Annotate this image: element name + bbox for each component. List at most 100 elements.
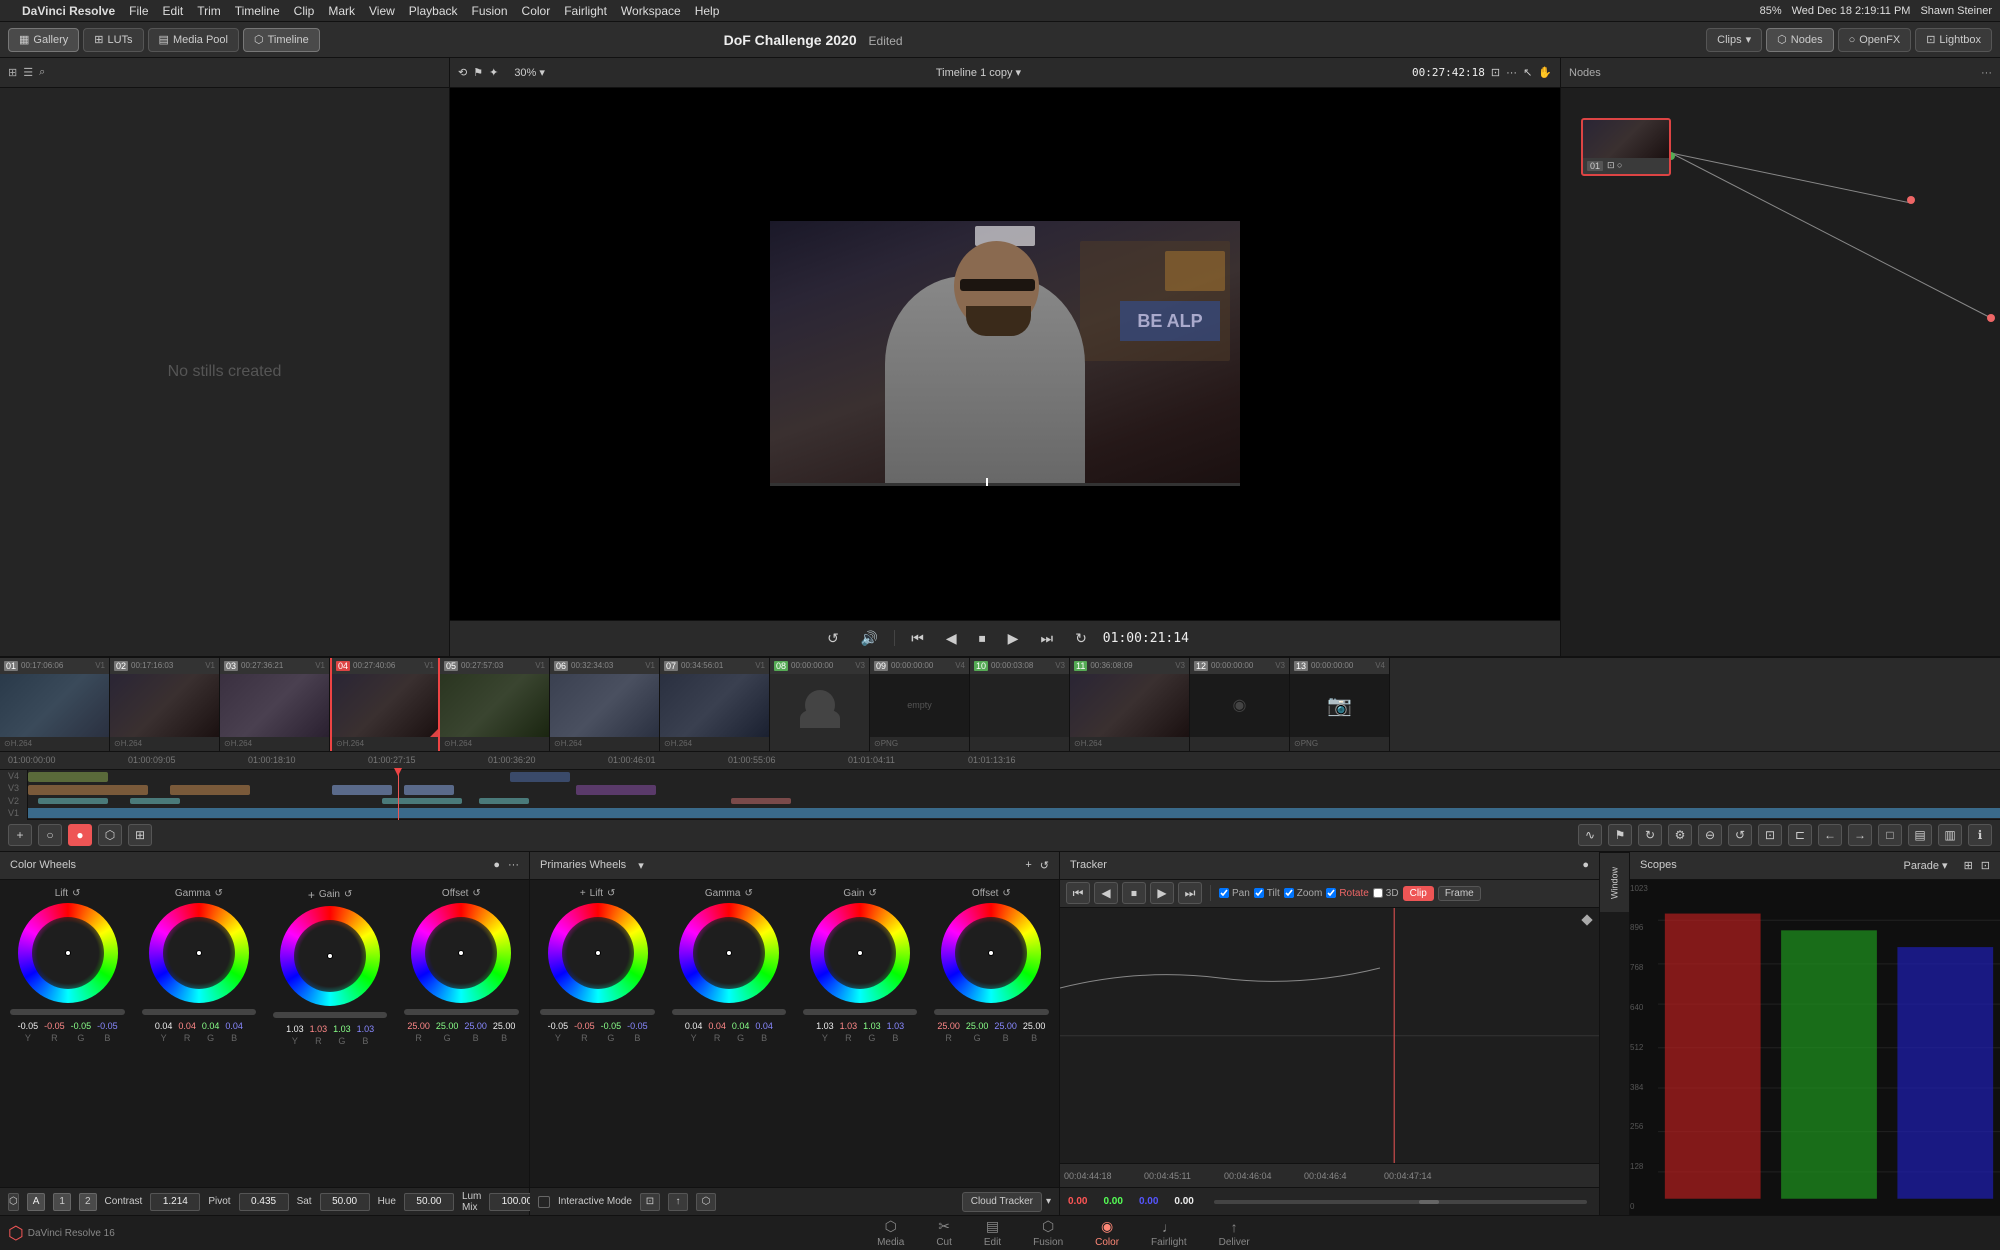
scopes-grid-icon[interactable]: ⊞	[1964, 859, 1973, 872]
menu-timeline[interactable]: Timeline	[235, 4, 280, 18]
offset-reset-icon[interactable]: ↺	[472, 888, 480, 899]
menu-fusion[interactable]: Fusion	[472, 4, 508, 18]
menu-clip[interactable]: Clip	[294, 4, 315, 18]
viewer-pointer-icon[interactable]: ↖	[1523, 66, 1532, 79]
color-tool-balance[interactable]: ⊖	[1698, 824, 1722, 846]
color-tool-info[interactable]: ℹ	[1968, 824, 1992, 846]
tab-deliver[interactable]: ↑ Deliver	[1203, 1217, 1266, 1250]
menu-playback[interactable]: Playback	[409, 4, 458, 18]
nodes-button[interactable]: ⬡ Nodes	[1766, 28, 1833, 52]
node-01[interactable]: 01 ⊡ ○	[1581, 118, 1671, 176]
color-tool-active[interactable]: ●	[68, 824, 92, 846]
prim-lift-reset-icon[interactable]: ↺	[607, 888, 615, 899]
timeline-copy-selector[interactable]: Timeline 1 copy ▾	[936, 66, 1021, 79]
zoom-control[interactable]: 30% ▾	[514, 66, 545, 79]
clip-item-13[interactable]: 13 00:00:00:00 V4 📷 ⊙ PNG	[1290, 658, 1390, 751]
color-tool-rotation[interactable]: ↻	[1638, 824, 1662, 846]
clip-item-09[interactable]: 09 00:00:00:00 V4 empty ⊙ PNG	[870, 658, 970, 751]
interactive-mode-icon2[interactable]: ↑	[668, 1193, 688, 1211]
offset-slider[interactable]	[404, 1009, 519, 1015]
color-tool-forward[interactable]: →	[1848, 824, 1872, 846]
nodes-more-icon[interactable]: ···	[1981, 67, 1992, 79]
grade-1-button[interactable]: 1	[53, 1193, 71, 1211]
tab-color[interactable]: ◉ Color	[1079, 1216, 1135, 1250]
clip-item-10[interactable]: 10 00:00:03:08 V3	[970, 658, 1070, 751]
clip-item-07[interactable]: 07 00:34:56:01 V1 ⊙ H.264	[660, 658, 770, 751]
pivot-input[interactable]: 0.435	[239, 1193, 289, 1211]
grade-2-button[interactable]: 2	[79, 1193, 97, 1211]
luts-button[interactable]: ⊞ LUTs	[83, 28, 143, 52]
lift-reset-icon[interactable]: ↺	[72, 888, 80, 899]
loop-section-button[interactable]: ↻	[1069, 628, 1093, 649]
grade-logo-icon[interactable]: ⬡	[8, 1193, 19, 1211]
tab-media[interactable]: ⬡ Media	[861, 1216, 920, 1250]
menu-help[interactable]: Help	[695, 4, 720, 18]
rotate-checkbox[interactable]	[1326, 888, 1336, 898]
timeline-button[interactable]: ⬡ Timeline	[243, 28, 320, 52]
clip-item-12[interactable]: 12 00:00:00:00 V3 ◉	[1190, 658, 1290, 751]
sat-input[interactable]: 50.00	[320, 1193, 370, 1211]
openfx-button[interactable]: ○ OpenFX	[1838, 28, 1912, 52]
prim-lift-slider[interactable]	[540, 1009, 655, 1015]
go-to-start-button[interactable]: ⏮	[905, 628, 930, 649]
gamma-wheel[interactable]	[149, 903, 249, 1003]
color-tool-histo[interactable]: ▥	[1938, 824, 1962, 846]
contrast-input[interactable]: 1.214	[150, 1193, 200, 1211]
hue-input[interactable]: 50.00	[404, 1193, 454, 1211]
gallery-grid-icon[interactable]: ⊞	[8, 66, 17, 79]
menu-file[interactable]: File	[129, 4, 148, 18]
gain-plus-icon[interactable]: +	[308, 888, 315, 902]
play-button[interactable]: ▶	[1002, 628, 1025, 649]
grade-a-button[interactable]: A	[27, 1193, 46, 1211]
color-tool-flag[interactable]: ⚑	[1608, 824, 1632, 846]
tracker-pan-check[interactable]: Pan	[1219, 888, 1250, 899]
menu-edit[interactable]: Edit	[163, 4, 184, 18]
audio-button[interactable]: 🔊	[855, 628, 884, 649]
cloud-tracker-button[interactable]: Cloud Tracker	[962, 1192, 1042, 1212]
scopes-mode-dropdown[interactable]: Parade ▾	[1903, 859, 1947, 872]
color-tool-back[interactable]: ←	[1818, 824, 1842, 846]
gain-wheel[interactable]	[280, 906, 380, 1006]
prim-gamma-slider[interactable]	[672, 1009, 787, 1015]
tracker-rotate-check[interactable]: Rotate	[1326, 888, 1368, 899]
primaries-add-icon[interactable]: +	[1025, 859, 1031, 871]
color-tool-select[interactable]: ○	[38, 824, 62, 846]
tracker-tilt-check[interactable]: Tilt	[1254, 888, 1280, 899]
prim-lift-wheel[interactable]	[548, 903, 648, 1003]
prim-gamma-wheel[interactable]	[679, 903, 779, 1003]
tracker-clip-button[interactable]: Clip	[1403, 886, 1434, 901]
color-tool-settings[interactable]: ⚙	[1668, 824, 1692, 846]
step-back-button[interactable]: ◀	[940, 628, 963, 649]
color-tool-add[interactable]: +	[8, 824, 32, 846]
clip-item-08[interactable]: 08 00:00:00:00 V3	[770, 658, 870, 751]
prim-gain-reset-icon[interactable]: ↺	[868, 888, 876, 899]
tracker-zoom-check[interactable]: Zoom	[1284, 888, 1323, 899]
gamma-slider[interactable]	[142, 1009, 257, 1015]
menu-mark[interactable]: Mark	[328, 4, 355, 18]
zoom-checkbox[interactable]	[1284, 888, 1294, 898]
tilt-checkbox[interactable]	[1254, 888, 1264, 898]
tracker-go-end[interactable]: ⏭	[1178, 882, 1202, 904]
media-pool-button[interactable]: ▤ Media Pool	[148, 28, 239, 52]
offset-wheel[interactable]	[411, 903, 511, 1003]
interactive-mode-icon1[interactable]: ⊡	[640, 1193, 660, 1211]
gallery-search-icon[interactable]: ⌕	[39, 66, 45, 79]
menu-view[interactable]: View	[369, 4, 395, 18]
color-tool-more[interactable]: ⊞	[128, 824, 152, 846]
prim-gain-wheel[interactable]	[810, 903, 910, 1003]
menu-workspace[interactable]: Workspace	[621, 4, 681, 18]
prim-offset-slider[interactable]	[934, 1009, 1049, 1015]
lightbox-button[interactable]: ⊡ Lightbox	[1915, 28, 1992, 52]
gallery-button[interactable]: ▦ Gallery	[8, 28, 79, 52]
tab-cut[interactable]: ✂ Cut	[920, 1216, 968, 1250]
color-tool-luma[interactable]: ▤	[1908, 824, 1932, 846]
tab-fusion[interactable]: ⬡ Fusion	[1017, 1216, 1079, 1250]
gain-slider[interactable]	[273, 1012, 388, 1018]
color-tool-curves[interactable]: ∿	[1578, 824, 1602, 846]
pan-checkbox[interactable]	[1219, 888, 1229, 898]
color-tool-qualify[interactable]: ⊏	[1788, 824, 1812, 846]
interactive-mode-checkbox[interactable]	[538, 1196, 550, 1208]
tracker-step-back[interactable]: ◀	[1094, 882, 1118, 904]
primaries-dropdown-icon[interactable]: ▾	[638, 859, 644, 872]
tab-fairlight[interactable]: ♩ Fairlight	[1135, 1217, 1203, 1250]
